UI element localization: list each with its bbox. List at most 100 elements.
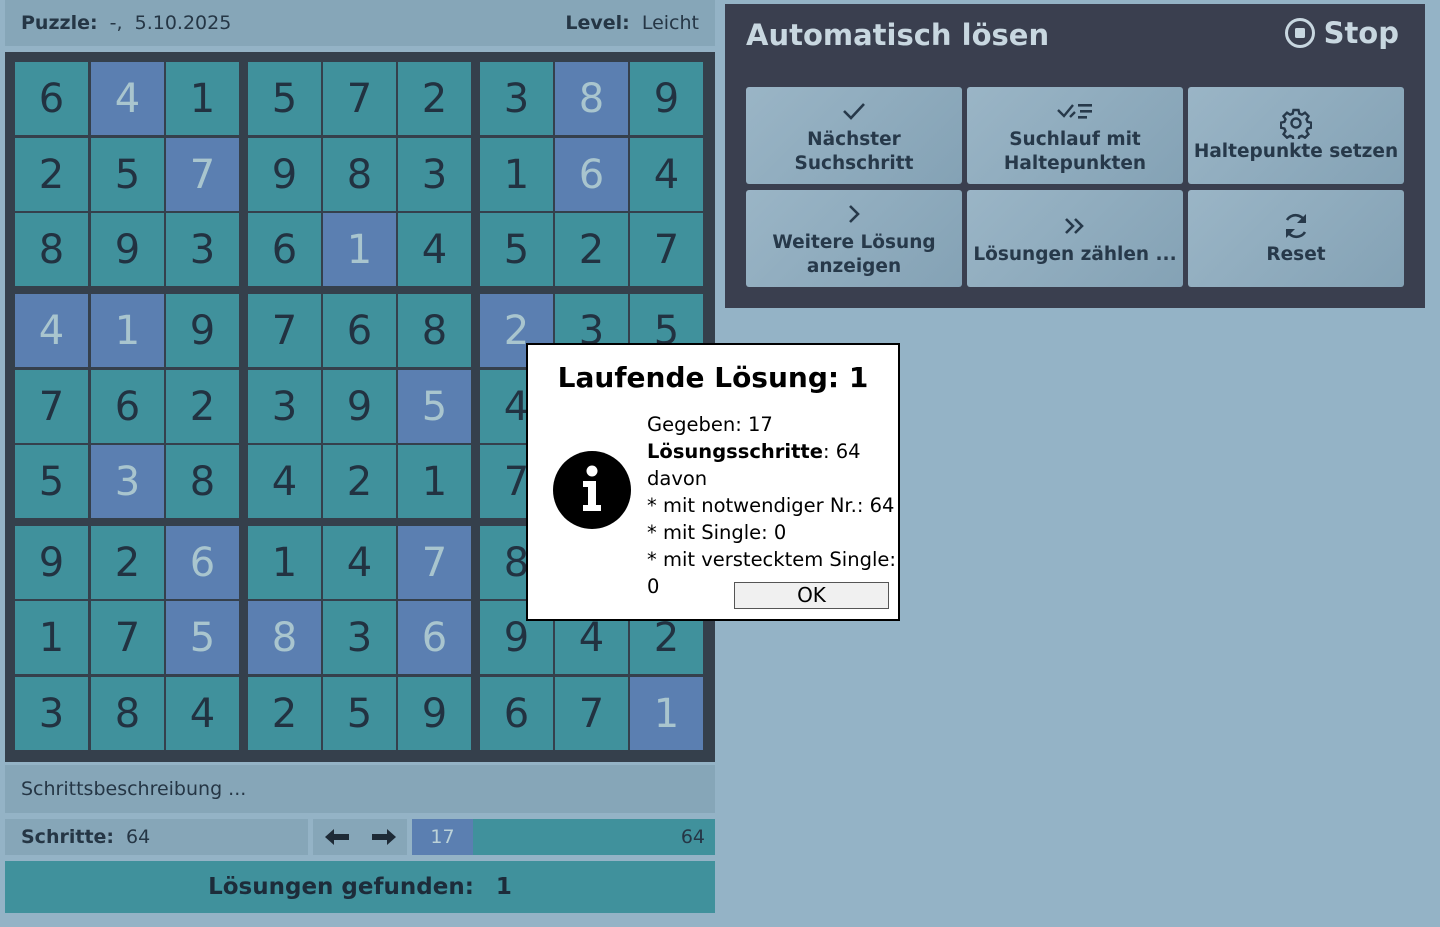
sudoku-cell[interactable]: 4 [630, 138, 703, 211]
sudoku-cell[interactable]: 6 [398, 601, 471, 674]
sudoku-cell[interactable]: 1 [91, 294, 164, 367]
sudoku-cell[interactable]: 9 [15, 526, 88, 599]
sudoku-cell[interactable]: 1 [480, 138, 553, 211]
solutions-found-value: 1 [495, 874, 512, 900]
sudoku-cell[interactable]: 5 [15, 445, 88, 518]
sudoku-cell[interactable]: 1 [630, 677, 703, 750]
sudoku-cell[interactable]: 3 [248, 370, 321, 443]
sudoku-cell[interactable]: 3 [480, 62, 553, 135]
sudoku-cell[interactable]: 7 [630, 213, 703, 286]
sudoku-cell[interactable]: 6 [555, 138, 628, 211]
sudoku-cell[interactable]: 8 [91, 677, 164, 750]
sudoku-cell[interactable]: 7 [323, 62, 396, 135]
count-solutions-label: Lösungen zählen ... [973, 243, 1177, 265]
next-step-button[interactable] [360, 819, 407, 855]
sudoku-cell[interactable]: 7 [166, 138, 239, 211]
previous-step-button[interactable] [313, 819, 360, 855]
step-description-bar: Schrittsbeschreibung ... [5, 765, 715, 813]
sudoku-cell[interactable]: 4 [323, 526, 396, 599]
sudoku-cell[interactable]: 3 [166, 213, 239, 286]
sudoku-cell[interactable]: 3 [398, 138, 471, 211]
sudoku-cell[interactable]: 9 [166, 294, 239, 367]
sudoku-cell[interactable]: 3 [91, 445, 164, 518]
checklist-icon [1057, 103, 1092, 119]
sudoku-cell[interactable]: 7 [15, 370, 88, 443]
sudoku-cell[interactable]: 7 [248, 294, 321, 367]
dialog-title: Laufende Lösung: 1 [557, 361, 869, 394]
show-next-solution-button[interactable]: Weitere Lösung anzeigen [746, 190, 962, 287]
sudoku-cell[interactable]: 2 [555, 213, 628, 286]
sudoku-cell[interactable]: 1 [15, 601, 88, 674]
sudoku-cell[interactable]: 5 [166, 601, 239, 674]
sudoku-cell[interactable]: 2 [323, 445, 396, 518]
set-breakpoints-button[interactable]: Haltepunkte setzen [1188, 87, 1404, 184]
sudoku-cell[interactable]: 2 [15, 138, 88, 211]
puzzle-value: -, 5.10.2025 [109, 12, 232, 34]
solution-steps-label: Lösungsschritte [647, 440, 823, 463]
sudoku-cell[interactable]: 6 [15, 62, 88, 135]
panel-title: Automatisch lösen [746, 18, 1050, 52]
sudoku-cell[interactable]: 8 [248, 601, 321, 674]
sudoku-cell[interactable]: 9 [248, 138, 321, 211]
steps-value: 64 [126, 826, 151, 848]
sudoku-cell[interactable]: 7 [555, 677, 628, 750]
check-icon [843, 102, 865, 120]
sudoku-cell[interactable]: 6 [480, 677, 553, 750]
sudoku-cell[interactable]: 4 [166, 677, 239, 750]
sudoku-cell[interactable]: 1 [166, 62, 239, 135]
sudoku-cell[interactable]: 2 [166, 370, 239, 443]
stop-button[interactable]: Stop [1284, 16, 1399, 50]
sudoku-cell[interactable]: 3 [15, 677, 88, 750]
solution-info-dialog: Laufende Lösung: 1 Gegeben: 17 Lösungssc… [526, 343, 900, 621]
sudoku-cell[interactable]: 2 [248, 677, 321, 750]
sudoku-cell[interactable]: 8 [15, 213, 88, 286]
sudoku-cell[interactable]: 5 [91, 138, 164, 211]
puzzle-info: Puzzle: -, 5.10.2025 [21, 12, 237, 34]
sudoku-cell[interactable]: 4 [398, 213, 471, 286]
given-count: Gegeben: 17 [647, 413, 773, 436]
sudoku-cell[interactable]: 1 [398, 445, 471, 518]
sudoku-cell[interactable]: 9 [630, 62, 703, 135]
step-progress-bar[interactable]: 17 64 [412, 819, 715, 855]
sudoku-cell[interactable]: 6 [323, 294, 396, 367]
sudoku-cell[interactable]: 5 [248, 62, 321, 135]
sudoku-cell[interactable]: 8 [555, 62, 628, 135]
sudoku-cell[interactable]: 6 [91, 370, 164, 443]
sudoku-cell[interactable]: 5 [480, 213, 553, 286]
sudoku-cell[interactable]: 1 [248, 526, 321, 599]
solutions-found-label: Lösungen gefunden: [208, 874, 474, 900]
sudoku-cell[interactable]: 9 [91, 213, 164, 286]
ok-button[interactable]: OK [734, 582, 889, 609]
sudoku-cell[interactable]: 9 [398, 677, 471, 750]
sudoku-cell[interactable]: 7 [91, 601, 164, 674]
solution-steps-value: : 64 [822, 440, 861, 463]
sudoku-cell[interactable]: 4 [248, 445, 321, 518]
sudoku-cell[interactable]: 4 [91, 62, 164, 135]
search-with-breakpoints-button[interactable]: Suchlauf mit Haltepunkten [967, 87, 1183, 184]
sudoku-cell[interactable]: 7 [398, 526, 471, 599]
dialog-body: Gegeben: 17 Lösungsschritte: 64 davon * … [647, 411, 898, 600]
sudoku-cell[interactable]: 6 [248, 213, 321, 286]
sudoku-cell[interactable]: 3 [323, 601, 396, 674]
count-solutions-button[interactable]: Lösungen zählen ... [967, 190, 1183, 287]
sudoku-cell[interactable]: 8 [166, 445, 239, 518]
sudoku-cell[interactable]: 9 [323, 370, 396, 443]
next-search-step-label: Nächster Suchschritt [794, 128, 914, 174]
sudoku-cell[interactable]: 4 [15, 294, 88, 367]
reset-button[interactable]: Reset [1188, 190, 1404, 287]
sudoku-cell[interactable]: 5 [398, 370, 471, 443]
sudoku-cell[interactable]: 2 [91, 526, 164, 599]
step-navigation [313, 819, 407, 855]
sudoku-cell[interactable]: 6 [166, 526, 239, 599]
progress-fill: 17 [412, 819, 473, 855]
progress-max: 64 [680, 826, 705, 848]
thereof-label: davon [647, 467, 708, 490]
sudoku-cell[interactable]: 8 [398, 294, 471, 367]
sudoku-cell[interactable]: 2 [398, 62, 471, 135]
sudoku-cell[interactable]: 5 [323, 677, 396, 750]
level-value: Leicht [641, 12, 699, 34]
sudoku-cell[interactable]: 1 [323, 213, 396, 286]
next-search-step-button[interactable]: Nächster Suchschritt [746, 87, 962, 184]
solution-steps-line: Lösungsschritte: 64 [647, 438, 898, 465]
sudoku-cell[interactable]: 8 [323, 138, 396, 211]
